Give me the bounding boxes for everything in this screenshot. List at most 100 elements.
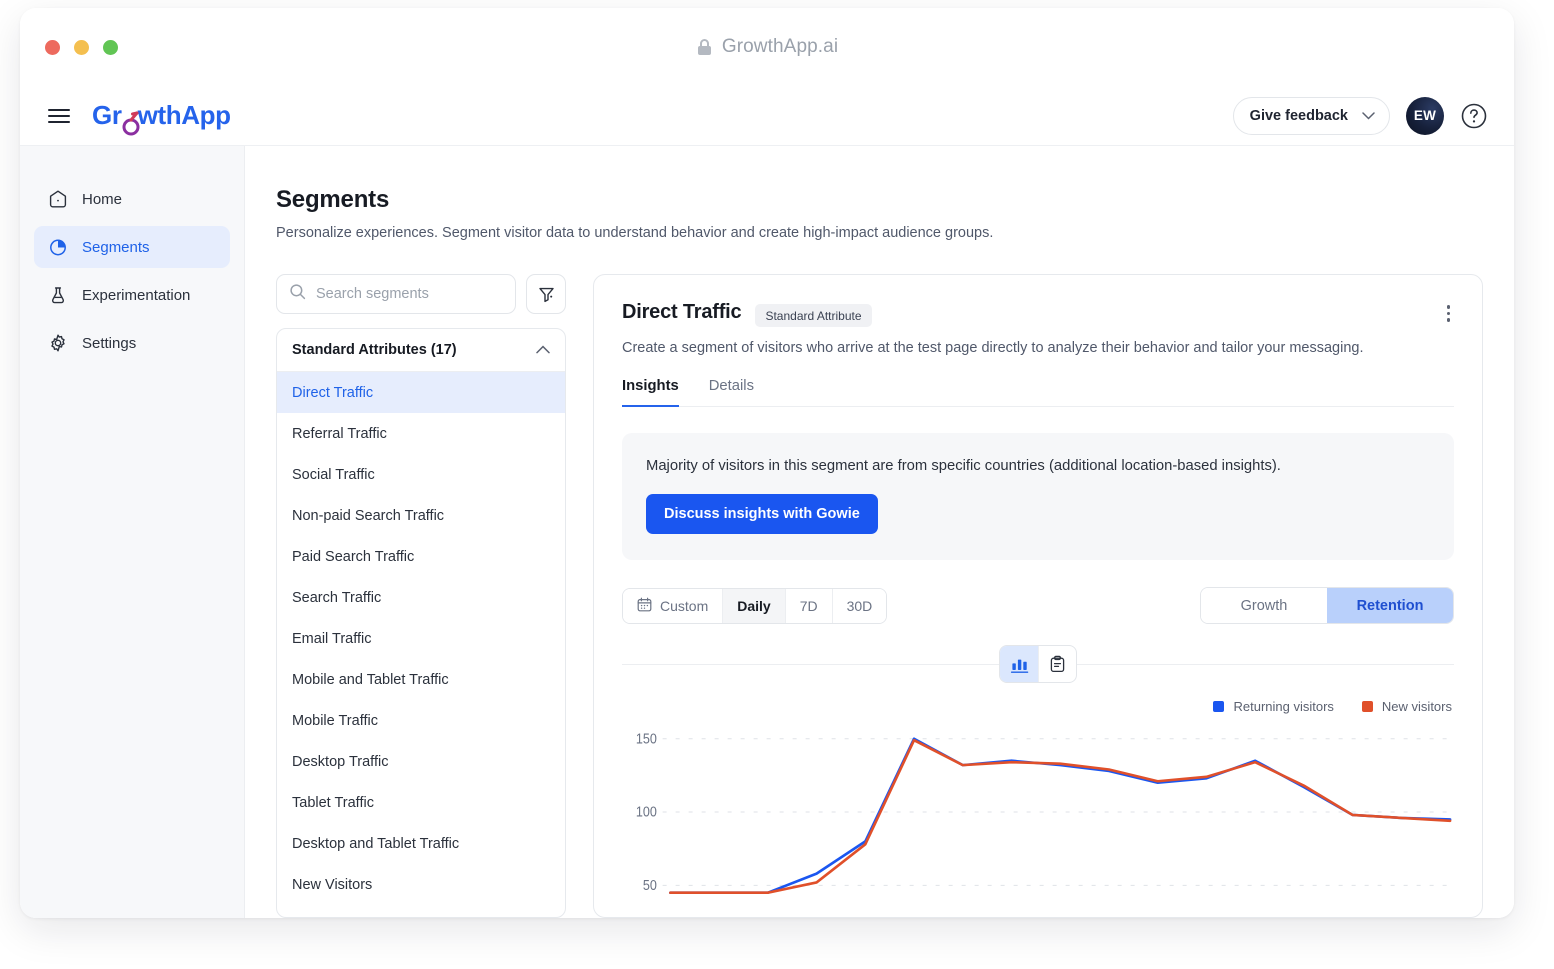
- svg-text:150: 150: [636, 730, 657, 746]
- list-item[interactable]: Mobile Traffic: [277, 700, 565, 741]
- chart-plot-area: 50 100 150: [622, 699, 1454, 917]
- tab-label: Details: [708, 378, 754, 394]
- segment-item-label: Search Traffic: [292, 589, 382, 606]
- question-mark-circle-icon[interactable]: [1460, 102, 1488, 130]
- mode-growth-button[interactable]: Growth: [1201, 588, 1327, 623]
- segment-item-label: Social Traffic: [292, 466, 375, 483]
- brand-text-suffix: wthApp: [137, 100, 231, 130]
- calendar-icon: [637, 597, 652, 615]
- svg-text:50: 50: [643, 877, 657, 893]
- sidebar: Home Segments Experimentation Settings: [20, 146, 245, 918]
- search-input[interactable]: [316, 286, 503, 302]
- list-item[interactable]: Non-paid Search Traffic: [277, 495, 565, 536]
- avatar[interactable]: EW: [1406, 96, 1444, 135]
- tab-insights[interactable]: Insights: [622, 378, 679, 407]
- app-header: Gr wthApp Give feedback EW: [20, 86, 1514, 146]
- svg-text:100: 100: [636, 804, 657, 820]
- list-item[interactable]: Tablet Traffic: [277, 782, 565, 823]
- segment-item-label: Tablet Traffic: [292, 794, 374, 811]
- segment-detail-title: Direct Traffic: [622, 301, 742, 323]
- list-item[interactable]: Email Traffic: [277, 618, 565, 659]
- segment-item-label: Referral Traffic: [292, 425, 387, 442]
- clipboard-list-icon[interactable]: [1038, 646, 1076, 682]
- segment-group-header[interactable]: Standard Attributes (17): [277, 329, 565, 372]
- tab-details[interactable]: Details: [709, 378, 754, 407]
- discuss-insights-button[interactable]: Discuss insights with Gowie: [646, 494, 878, 534]
- list-item[interactable]: Direct Traffic: [277, 372, 565, 413]
- give-feedback-button[interactable]: Give feedback: [1232, 96, 1390, 135]
- list-item[interactable]: Referral Traffic: [277, 413, 565, 454]
- sidebar-item-label: Settings: [82, 334, 137, 352]
- browser-titlebar: GrowthApp.ai: [20, 8, 1514, 86]
- detail-tabs: Insights Details: [622, 378, 1454, 407]
- browser-window: GrowthApp.ai Gr wthApp Give feedback EW: [20, 8, 1514, 918]
- range-daily-button[interactable]: Daily: [723, 588, 786, 623]
- sidebar-item-label: Segments: [82, 238, 150, 256]
- range-button-label: 30D: [846, 597, 873, 614]
- segment-items-list: Direct Traffic Referral Traffic Social T…: [277, 372, 565, 905]
- sidebar-item-segments[interactable]: Segments: [34, 226, 230, 268]
- segment-group-card: Standard Attributes (17) Direct Traffic …: [276, 328, 566, 918]
- segment-item-label: Desktop Traffic: [292, 753, 389, 770]
- home-icon: [48, 189, 68, 209]
- sidebar-item-settings[interactable]: Settings: [34, 322, 230, 364]
- segment-group-label: Standard Attributes (17): [292, 342, 457, 358]
- list-item[interactable]: Desktop Traffic: [277, 741, 565, 782]
- range-7d-button[interactable]: 7D: [785, 588, 833, 623]
- chevron-down-icon: [1362, 108, 1375, 124]
- legend-swatch: [1361, 701, 1373, 712]
- gear-icon: [48, 333, 68, 353]
- page-title: Segments: [276, 186, 390, 213]
- range-button-label: Daily: [737, 597, 771, 614]
- segment-item-label: Paid Search Traffic: [292, 548, 415, 565]
- sidebar-item-label: Home: [82, 190, 123, 208]
- avatar-initials: EW: [1413, 108, 1437, 123]
- search-row: [276, 274, 566, 314]
- range-30d-button[interactable]: 30D: [832, 588, 887, 623]
- panels: Standard Attributes (17) Direct Traffic …: [276, 274, 1514, 918]
- segment-item-label: Email Traffic: [292, 630, 372, 647]
- filter-funnel-icon[interactable]: [526, 274, 566, 314]
- more-vertical-icon[interactable]: [1443, 301, 1455, 326]
- legend-item-returning[interactable]: Returning visitors: [1213, 699, 1334, 714]
- range-custom-button[interactable]: Custom: [623, 588, 724, 623]
- mode-button-label: Retention: [1356, 597, 1424, 614]
- bar-chart-icon[interactable]: [1000, 646, 1038, 682]
- sidebar-item-experimentation[interactable]: Experimentation: [34, 274, 230, 316]
- close-window-button[interactable]: [45, 39, 60, 55]
- app-body: Home Segments Experimentation Settings S…: [20, 146, 1514, 918]
- chart-toolbar: Custom Daily 7D 30D Growth Retention: [622, 587, 1454, 624]
- mode-button-label: Growth: [1240, 597, 1288, 614]
- visualization-switch-row: [622, 645, 1454, 683]
- chevron-up-icon: [536, 342, 550, 358]
- minimize-window-button[interactable]: [74, 39, 89, 55]
- legend-item-new[interactable]: New visitors: [1361, 699, 1452, 714]
- segment-detail-card: Direct Traffic Standard Attribute Create…: [593, 274, 1483, 918]
- address-bar[interactable]: GrowthApp.ai: [20, 8, 1514, 86]
- hamburger-menu-icon[interactable]: [48, 108, 70, 123]
- list-item[interactable]: Desktop and Tablet Traffic: [277, 823, 565, 864]
- pie-chart-icon: [48, 237, 68, 257]
- mode-retention-button[interactable]: Retention: [1327, 588, 1453, 623]
- segment-item-label: Direct Traffic: [292, 384, 374, 401]
- visualization-switch: [999, 645, 1077, 683]
- list-item[interactable]: Social Traffic: [277, 454, 565, 495]
- chart-svg: 50 100 150: [636, 730, 1454, 917]
- brand-logo[interactable]: Gr wthApp: [92, 100, 231, 136]
- insight-callout: Majority of visitors in this segment are…: [622, 433, 1454, 560]
- search-box[interactable]: [276, 274, 516, 314]
- segment-list-panel: Standard Attributes (17) Direct Traffic …: [276, 274, 566, 918]
- url-text: GrowthApp.ai: [721, 36, 839, 57]
- list-item[interactable]: Search Traffic: [277, 577, 565, 618]
- give-feedback-label: Give feedback: [1249, 107, 1348, 124]
- sidebar-item-home[interactable]: Home: [34, 178, 230, 220]
- maximize-window-button[interactable]: [103, 39, 118, 55]
- list-item[interactable]: New Visitors: [277, 864, 565, 905]
- insight-text: Majority of visitors in this segment are…: [646, 458, 1281, 474]
- flask-icon: [48, 285, 68, 305]
- legend-label: New visitors: [1381, 699, 1452, 714]
- segment-item-label: Mobile and Tablet Traffic: [292, 671, 449, 688]
- list-item[interactable]: Paid Search Traffic: [277, 536, 565, 577]
- list-item[interactable]: Mobile and Tablet Traffic: [277, 659, 565, 700]
- metric-mode-group: Growth Retention: [1200, 587, 1454, 624]
